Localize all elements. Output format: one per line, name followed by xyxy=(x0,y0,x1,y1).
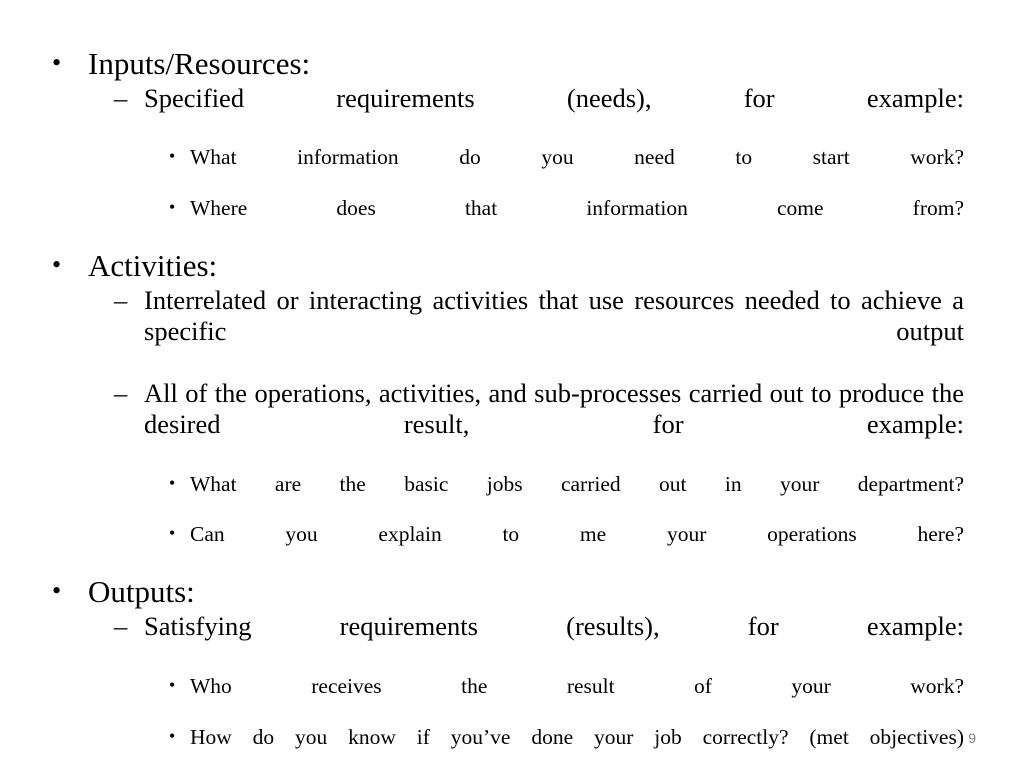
bullet-text: Interrelated or interacting activities t… xyxy=(144,285,964,346)
bullet-item-level3: • What are the basic jobs carried out in… xyxy=(169,472,964,522)
bullet-item-level2: – Satisfying requirements (results), for… xyxy=(114,611,964,672)
bullet-item-level2: – Specified requirements (needs), for ex… xyxy=(114,83,964,144)
bullet-item-level3: • Can you explain to me your operations … xyxy=(169,522,964,572)
bullet-text: Specified requirements (needs), for exam… xyxy=(144,82,964,113)
bullet-item-level2: – Interrelated or interacting activities… xyxy=(114,285,964,377)
bullet-item-level1: • Activities: xyxy=(52,248,964,284)
bullet-text: All of the operations, activities, and s… xyxy=(144,378,964,440)
dash-marker-icon: – xyxy=(114,611,128,642)
bullet-item-level3: • Who receives the result of your work? xyxy=(169,674,964,724)
bullet-marker-icon: • xyxy=(169,523,176,544)
bullet-text: Satisfying requirements (results), for e… xyxy=(144,611,964,642)
bullet-marker-icon: • xyxy=(169,725,176,746)
bullet-marker-icon: • xyxy=(52,576,62,606)
bullet-item-level1: • Inputs/Resources: xyxy=(52,46,964,82)
bullet-text: Can you explain to me your operations he… xyxy=(190,522,964,547)
bullet-text: Outputs: xyxy=(88,574,195,610)
bullet-marker-icon: • xyxy=(169,146,176,167)
page-number: 9 xyxy=(968,730,976,746)
bullet-text: Activities: xyxy=(88,248,218,284)
bullet-marker-icon: • xyxy=(169,674,176,695)
bullet-text: Where does that information come from? xyxy=(190,196,964,221)
bullet-item-level2: – All of the operations, activities, and… xyxy=(114,378,964,470)
bullet-text: What information do you need to start wo… xyxy=(190,145,964,170)
bullet-marker-icon: • xyxy=(52,48,62,77)
bullet-text: How do you know if you’ve done your job … xyxy=(190,724,964,749)
bullet-item-level3: • Where does that information come from? xyxy=(169,196,964,246)
bullet-text: Who receives the result of your work? xyxy=(190,673,964,698)
dash-marker-icon: – xyxy=(114,378,128,409)
bullet-marker-icon: • xyxy=(52,250,62,280)
presentation-slide: • Inputs/Resources: – Specified requirem… xyxy=(0,0,1024,768)
bullet-item-level1: • Outputs: xyxy=(52,574,964,610)
dash-marker-icon: – xyxy=(114,285,128,316)
bullet-text: Inputs/Resources: xyxy=(88,46,311,81)
bullet-text: What are the basic jobs carried out in y… xyxy=(190,471,964,496)
bullet-marker-icon: • xyxy=(169,197,176,218)
bullet-item-level3: • How do you know if you’ve done your jo… xyxy=(169,725,964,768)
bullet-marker-icon: • xyxy=(169,472,176,493)
dash-marker-icon: – xyxy=(114,82,128,113)
slide-content-body: • Inputs/Resources: – Specified requirem… xyxy=(52,44,964,768)
bullet-item-level3: • What information do you need to start … xyxy=(169,145,964,195)
